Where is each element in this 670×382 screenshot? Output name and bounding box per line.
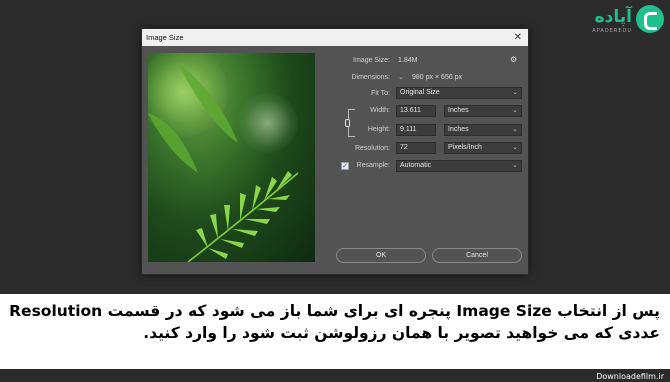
width-unit-select[interactable]: Inches ⌄ xyxy=(444,105,522,117)
ok-button[interactable]: OK xyxy=(336,248,426,263)
fit-to-value: Original Size xyxy=(400,89,440,96)
image-size-value: 1.84M xyxy=(398,57,418,64)
dimensions-times: × xyxy=(435,74,440,81)
chevron-down-icon: ⌄ xyxy=(512,126,518,133)
fit-to-label: Fit To: xyxy=(371,90,390,97)
resolution-input[interactable]: 72 xyxy=(396,142,436,154)
dialog-title: Image Size xyxy=(146,33,184,42)
fit-to-select[interactable]: Original Size ⌄ xyxy=(396,87,522,99)
caption-box: پس از انتخاب Image Size پنجره ای برای شم… xyxy=(0,294,670,369)
resample-label: Resample: xyxy=(356,162,390,169)
resolution-unit-select[interactable]: Pixels/Inch ⌄ xyxy=(444,142,522,154)
chevron-down-icon: ⌄ xyxy=(512,107,518,114)
close-icon[interactable]: ✕ xyxy=(514,29,522,46)
logo-subtitle: APADEREDU xyxy=(592,28,632,34)
chevron-down-icon[interactable]: ⌄ xyxy=(398,73,404,81)
caption-line-2: عددی که می خواهید تصویر با همان رزولوشن … xyxy=(143,324,660,342)
width-label: Width: xyxy=(370,107,390,114)
logo-mark-icon xyxy=(636,5,664,33)
dimensions-unit2: px xyxy=(454,74,463,81)
apade-logo: آپاده APADEREDU xyxy=(580,4,664,38)
caption-line-1: پس از انتخاب Image Size پنجره ای برای شم… xyxy=(9,302,660,320)
chevron-down-icon: ⌄ xyxy=(512,162,518,169)
height-unit-value: Inches xyxy=(448,126,469,133)
resolution-label: Resolution: xyxy=(354,145,390,152)
cancel-button[interactable]: Cancel xyxy=(432,248,522,263)
height-label: Height: xyxy=(367,126,390,133)
fern-leaf-graphic xyxy=(148,63,299,262)
chevron-down-icon: ⌄ xyxy=(512,144,518,151)
dimensions-height: 656 xyxy=(441,74,453,81)
dimensions-width: 980 xyxy=(412,74,424,81)
height-input[interactable]: 9.111 xyxy=(396,124,436,136)
height-unit-select[interactable]: Inches ⌄ xyxy=(444,124,522,136)
chevron-down-icon: ⌄ xyxy=(512,89,518,96)
resample-checkbox[interactable]: ✓ xyxy=(341,162,349,170)
width-input[interactable]: 13.611 xyxy=(396,105,436,117)
gear-icon[interactable]: ⚙ xyxy=(510,55,517,64)
image-size-dialog: Image Size ✕ Image Size: 1.84M ⚙ Dimensi… xyxy=(141,28,529,275)
width-unit-value: Inches xyxy=(448,107,469,114)
dimensions-label: Dimensions: xyxy=(351,74,390,81)
logo-word: آپاده xyxy=(594,7,632,27)
link-icon[interactable] xyxy=(345,119,350,127)
watermark: Downloadefilm.ir xyxy=(596,372,664,381)
image-size-label: Image Size: xyxy=(353,57,390,64)
resolution-unit-value: Pixels/Inch xyxy=(448,144,482,151)
dimensions-value: 980 px × 656 px xyxy=(412,74,462,81)
dialog-titlebar: Image Size ✕ xyxy=(142,29,528,46)
resample-select[interactable]: Automatic ⌄ xyxy=(396,160,522,172)
image-preview[interactable] xyxy=(148,53,315,262)
resample-value: Automatic xyxy=(400,162,432,169)
dimensions-unit1: px xyxy=(425,74,434,81)
